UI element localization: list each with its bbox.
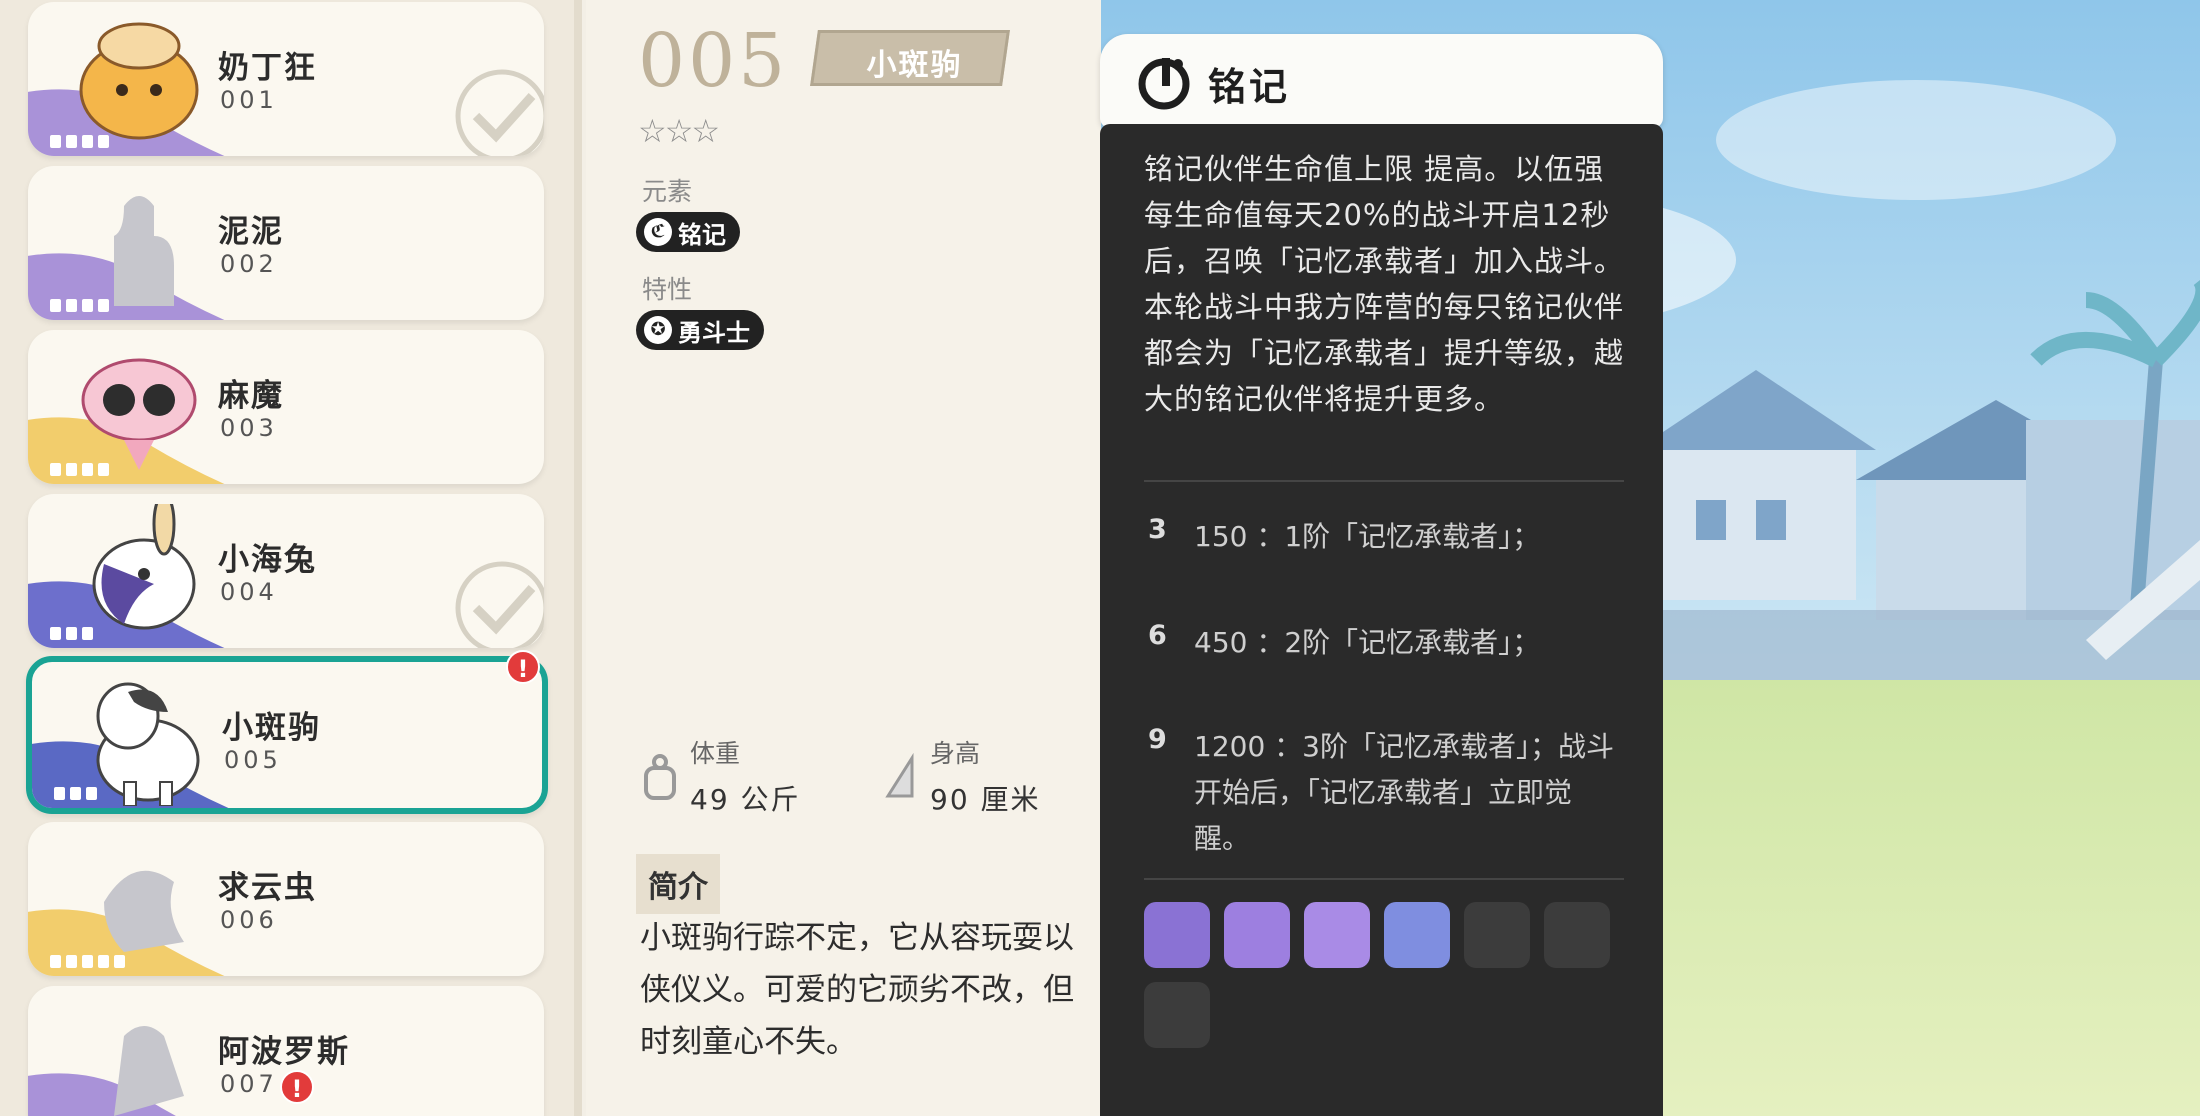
height-stat: 身高 90 厘米 bbox=[882, 734, 1041, 818]
pet-list[interactable]: 奶丁狂 001 泥泥 002 麻魔 003 小海兔 004 小斑驹 005 ! … bbox=[0, 0, 582, 1116]
pet-card-004[interactable]: 小海兔 004 bbox=[28, 494, 544, 648]
pet-number: 002 bbox=[220, 250, 278, 278]
tier-text: 150 ：1阶「记忆承载者」； bbox=[1194, 520, 1541, 553]
locked-partner-thumb bbox=[1544, 902, 1610, 968]
tier-level: 3 bbox=[1148, 514, 1167, 545]
locked-partner-thumb bbox=[1144, 982, 1210, 1048]
rarity-dots bbox=[50, 463, 109, 476]
pet-detail-panel: 005 小斑驹 ☆☆☆ 元素 ℭ 铭记 特性 ✪ 勇斗士 体重 49 公斤 身高… bbox=[586, 0, 1101, 1116]
height-value: 90 厘米 bbox=[930, 783, 1041, 816]
element-label: 元素 bbox=[642, 177, 693, 206]
weight-stat: 体重 49 公斤 bbox=[642, 734, 801, 818]
weight-icon bbox=[644, 754, 676, 800]
pet-number: 006 bbox=[220, 906, 278, 934]
divider bbox=[1144, 878, 1624, 880]
memory-tooltip-title: 铭记 bbox=[1208, 65, 1291, 109]
pet-detail-name: 小斑驹 bbox=[866, 48, 963, 83]
fighter-trait-icon: ✪ bbox=[644, 316, 672, 344]
pet-silhouette bbox=[114, 1026, 184, 1116]
intro-heading: 简介 bbox=[636, 854, 720, 914]
weight-value: 49 公斤 bbox=[690, 783, 801, 816]
pet-name: 小海兔 bbox=[218, 542, 317, 578]
pet-portrait bbox=[92, 504, 196, 630]
pet-silhouette bbox=[114, 196, 174, 306]
memory-partner-thumbnails bbox=[1144, 902, 1624, 1048]
collected-check-icon bbox=[455, 69, 544, 156]
pet-card-002[interactable]: 泥泥 002 bbox=[28, 166, 544, 320]
pet-portrait bbox=[96, 682, 200, 806]
pet-name: 麻魔 bbox=[218, 378, 284, 414]
pet-number: 001 bbox=[220, 86, 278, 114]
element-value: 铭记 bbox=[678, 220, 726, 249]
pet-name: 阿波罗斯 bbox=[218, 1034, 350, 1070]
locked-partner-thumb bbox=[1464, 902, 1530, 968]
pet-portrait bbox=[81, 358, 197, 470]
tier-level: 9 bbox=[1148, 724, 1167, 755]
pet-number: 003 bbox=[220, 414, 278, 442]
list-scrollbar[interactable] bbox=[574, 0, 582, 1116]
pokedex-screen: 奶丁狂 001 泥泥 002 麻魔 003 小海兔 004 小斑驹 005 ! … bbox=[0, 0, 2200, 1116]
memory-tooltip-header: 铭记 bbox=[1100, 34, 1663, 128]
memory-tooltip-body: 铭记伙伴生命值上限 提高。以伍强每生命值每天20%的战斗开启12秒后，召唤「记忆… bbox=[1100, 124, 1663, 1116]
pet-name: 奶丁狂 bbox=[218, 50, 317, 86]
tier-text: 450 ：2阶「记忆承载者」； bbox=[1194, 626, 1541, 659]
partner-thumb[interactable] bbox=[1224, 902, 1290, 968]
intro-line: 小斑驹行踪不定，它从容玩耍以 bbox=[640, 920, 1074, 956]
pet-name: 泥泥 bbox=[218, 214, 284, 250]
pet-detail-number: 005 bbox=[638, 18, 789, 104]
tier-text: 1200 ：3阶「记忆承载者」；战斗开始后，「记忆承载者」立即觉醒。 bbox=[1194, 730, 1614, 855]
trait-pill[interactable]: ✪ 勇斗士 bbox=[636, 310, 764, 350]
pet-name: 小斑驹 bbox=[222, 710, 321, 746]
pet-name-tag: 小斑驹 bbox=[810, 30, 1010, 86]
trait-label: 特性 bbox=[642, 275, 693, 304]
pet-number: 004 bbox=[220, 578, 278, 606]
height-label: 身高 bbox=[930, 739, 981, 768]
pet-card-003[interactable]: 麻魔 003 bbox=[28, 330, 544, 484]
rarity-dots bbox=[54, 787, 97, 800]
trait-value: 勇斗士 bbox=[678, 318, 750, 347]
height-icon bbox=[885, 752, 914, 798]
pet-portrait bbox=[79, 22, 199, 140]
divider bbox=[1144, 480, 1624, 482]
pet-card-005-selected[interactable]: 小斑驹 005 bbox=[26, 656, 548, 814]
partner-thumb[interactable] bbox=[1384, 902, 1450, 968]
rarity-dots bbox=[50, 955, 125, 968]
pet-card-001[interactable]: 奶丁狂 001 bbox=[28, 2, 544, 156]
intro-line: 侠仪义。可爱的它顽劣不改，但 bbox=[640, 972, 1074, 1008]
pet-name: 求云虫 bbox=[218, 870, 317, 906]
intro-line: 时刻童心不失。 bbox=[640, 1024, 857, 1060]
star-rating: ☆☆☆ bbox=[638, 112, 720, 150]
element-pill[interactable]: ℭ 铭记 bbox=[636, 212, 740, 252]
new-alert-badge: ! bbox=[280, 1070, 314, 1104]
new-alert-badge: ! bbox=[506, 650, 540, 684]
partner-thumb[interactable] bbox=[1304, 902, 1370, 968]
rarity-dots bbox=[50, 299, 109, 312]
pet-card-006[interactable]: 求云虫 006 bbox=[28, 822, 544, 976]
pet-silhouette bbox=[104, 870, 184, 952]
intro-text: 小斑驹行踪不定，它从容玩耍以 侠仪义。可爱的它顽劣不改，但 时刻童心不失。 bbox=[640, 912, 1110, 1068]
rarity-dots bbox=[50, 135, 109, 148]
memory-element-icon: ℭ bbox=[644, 218, 672, 246]
memory-element-icon bbox=[1138, 58, 1190, 110]
pet-number: 005 bbox=[224, 746, 282, 774]
partner-thumb[interactable] bbox=[1144, 902, 1210, 968]
pet-number: 007 bbox=[220, 1070, 278, 1098]
rarity-dots bbox=[50, 627, 93, 640]
tier-level: 6 bbox=[1148, 620, 1167, 651]
memory-description: 铭记伙伴生命值上限 提高。以伍强每生命值每天20%的战斗开启12秒后，召唤「记忆… bbox=[1144, 152, 1625, 416]
weight-label: 体重 bbox=[690, 739, 741, 768]
collected-check-icon bbox=[455, 561, 544, 648]
